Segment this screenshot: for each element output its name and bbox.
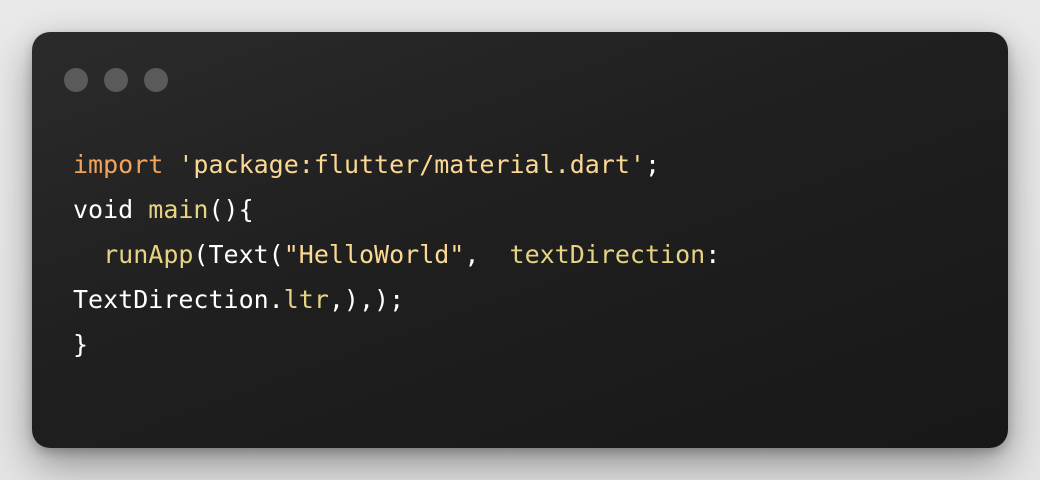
runapp-function: runApp — [103, 240, 194, 269]
close-dot-icon[interactable] — [64, 68, 88, 92]
page-backdrop: import 'package:flutter/material.dart'; v… — [0, 0, 1040, 480]
semicolon: ; — [644, 150, 661, 179]
code-line-1: import 'package:flutter/material.dart'; — [73, 142, 720, 187]
closing-parens: ,),); — [328, 285, 405, 314]
import-string: 'package:flutter/material.dart' — [178, 150, 645, 179]
closing-brace: } — [73, 330, 89, 359]
code-block: import 'package:flutter/material.dart'; v… — [73, 142, 720, 367]
textdirection-param: textDirection — [509, 240, 706, 269]
code-line-3: runApp(Text("HelloWorld", textDirection: — [73, 232, 720, 277]
void-type: void — [73, 195, 134, 224]
code-line-5: } — [73, 322, 720, 367]
import-keyword: import — [73, 150, 164, 179]
main-function: main — [148, 195, 209, 224]
comma: , — [464, 240, 510, 269]
main-parens: (){ — [208, 195, 254, 224]
window-controls — [64, 68, 168, 92]
ltr-property: ltr — [283, 285, 329, 314]
colon: : — [705, 240, 721, 269]
maximize-dot-icon[interactable] — [144, 68, 168, 92]
code-line-2: void main(){ — [73, 187, 720, 232]
textdirection-object: TextDirection. — [73, 285, 284, 314]
code-window: import 'package:flutter/material.dart'; v… — [32, 32, 1008, 448]
code-line-4: TextDirection.ltr,),); — [73, 277, 720, 322]
helloworld-string: "HelloWorld" — [283, 240, 465, 269]
text-constructor: (Text( — [193, 240, 284, 269]
minimize-dot-icon[interactable] — [104, 68, 128, 92]
